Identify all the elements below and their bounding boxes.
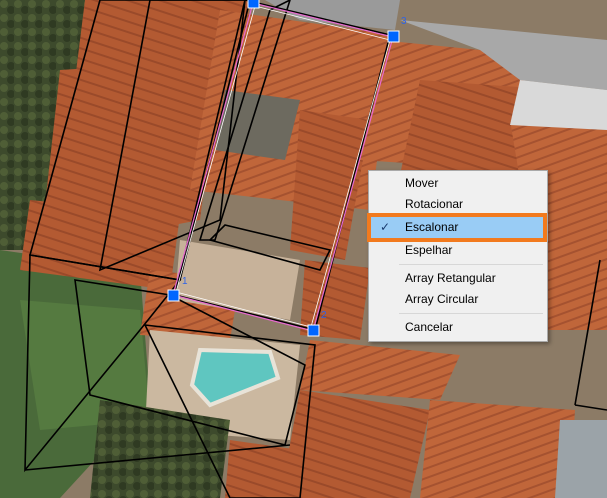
menu-item-label: Array Retangular: [405, 271, 496, 285]
menu-separator: [399, 313, 543, 314]
checkmark-icon: ✓: [380, 220, 391, 234]
menu-item-rotacionar[interactable]: Rotacionar: [371, 194, 545, 215]
menu-item-label: Rotacionar: [405, 197, 464, 211]
menu-separator: [399, 264, 543, 265]
menu-item-array-retangular[interactable]: Array Retangular: [371, 268, 545, 289]
menu-item-array-circular[interactable]: Array Circular: [371, 289, 545, 310]
vertex-label-3: 3: [401, 16, 407, 27]
menu-item-cancelar[interactable]: Cancelar: [371, 317, 545, 338]
vertex-handle-3[interactable]: [387, 30, 400, 43]
vertex-label-1: 1: [182, 276, 188, 287]
menu-item-label: Espelhar: [405, 243, 453, 257]
roof-block: [420, 400, 575, 498]
roof-block: [225, 440, 300, 498]
menu-item-escalonar[interactable]: ✓ Escalonar: [367, 213, 547, 242]
vertex-label-2: 2: [321, 310, 327, 321]
menu-item-label: Cancelar: [405, 320, 454, 334]
menu-item-label: Array Circular: [405, 292, 479, 306]
menu-item-espelhar[interactable]: Espelhar: [371, 240, 545, 261]
vertex-handle-1[interactable]: [167, 289, 180, 302]
menu-item-label: Escalonar: [405, 220, 459, 234]
menu-item-label: Mover: [405, 176, 439, 190]
menu-item-mover[interactable]: Mover: [371, 173, 545, 194]
vertex-handle-0[interactable]: [247, 0, 260, 9]
transform-context-menu: Mover Rotacionar ✓ Escalonar Espelhar Ar…: [367, 170, 548, 342]
vertex-handle-2[interactable]: [307, 324, 320, 337]
gray-roof: [555, 420, 607, 498]
